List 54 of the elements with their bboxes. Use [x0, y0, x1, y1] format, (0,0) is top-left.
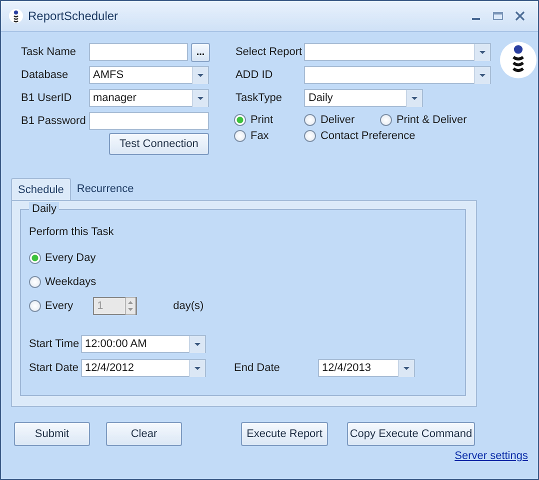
dropdown-field[interactable]	[304, 43, 492, 61]
browse-button[interactable]: ...	[191, 42, 210, 62]
radio-button[interactable]: Print	[234, 114, 304, 126]
dropdown-arrow-icon	[398, 360, 414, 376]
radio-button[interactable]: Weekdays	[29, 276, 96, 288]
tab[interactable]: Schedule	[11, 178, 71, 200]
field-label: Start Date	[29, 362, 80, 374]
action-button[interactable]: Execute Report	[241, 422, 328, 446]
dropdown-arrow-icon	[474, 66, 490, 84]
field-label: TaskType	[235, 92, 283, 104]
field-label: Start Time	[29, 338, 80, 350]
dropdown-field[interactable]: AMFS	[89, 66, 209, 84]
tab[interactable]: Recurrence	[70, 178, 140, 200]
prompt-text: Perform this Task	[29, 226, 115, 240]
action-button[interactable]: Submit	[14, 422, 90, 446]
dropdown-arrow-icon	[192, 90, 208, 106]
radio-button[interactable]: Contact Preference	[304, 130, 492, 142]
field-label: B1 Password	[21, 115, 87, 127]
server-settings-link[interactable]: Server settings	[454, 450, 528, 462]
dropdown-field[interactable]: Daily	[304, 89, 424, 107]
spin-arrows-icon	[125, 297, 136, 315]
field-label: Select Report	[235, 46, 304, 58]
window-title: ReportScheduler	[28, 9, 118, 23]
password-field[interactable]	[89, 112, 209, 130]
time-picker[interactable]: 12:00:00 AM	[81, 335, 206, 353]
field-label: B1 UserID	[21, 92, 73, 104]
field-label: Database	[21, 69, 70, 81]
dropdown-arrow-icon	[189, 360, 205, 376]
dropdown-arrow-icon	[192, 66, 208, 84]
radio-button[interactable]: Deliver	[304, 114, 380, 126]
action-button[interactable]: Clear	[106, 422, 182, 446]
date-picker[interactable]: 12/4/2012	[81, 359, 206, 377]
radio-button[interactable]: Fax	[234, 130, 304, 142]
dropdown-arrow-icon	[474, 44, 490, 60]
close-icon[interactable]	[514, 10, 526, 22]
field-label: ADD ID	[235, 69, 274, 81]
group-title: Daily	[29, 202, 60, 216]
maximize-icon[interactable]	[492, 10, 504, 22]
radio-button[interactable]: Print & Deliver	[380, 114, 492, 126]
dropdown-arrow-icon	[406, 90, 422, 106]
radio-button[interactable]: Every	[29, 300, 74, 312]
dropdown-field[interactable]	[304, 66, 492, 84]
test-connection-button[interactable]: Test Connection	[109, 133, 209, 155]
radio-button[interactable]: Every Day	[29, 252, 96, 264]
action-button[interactable]: Copy Execute Command	[347, 422, 475, 446]
field-label: End Date	[234, 362, 281, 374]
date-picker[interactable]: 12/4/2013	[318, 359, 415, 377]
dropdown-field[interactable]: manager	[89, 89, 209, 107]
dropdown-arrow-icon	[189, 336, 205, 352]
unit-label: day(s)	[173, 300, 204, 312]
app-logo-icon	[9, 9, 23, 23]
logo-icon	[499, 40, 538, 80]
input-field[interactable]	[89, 43, 188, 61]
field-label: Task Name	[21, 46, 78, 58]
